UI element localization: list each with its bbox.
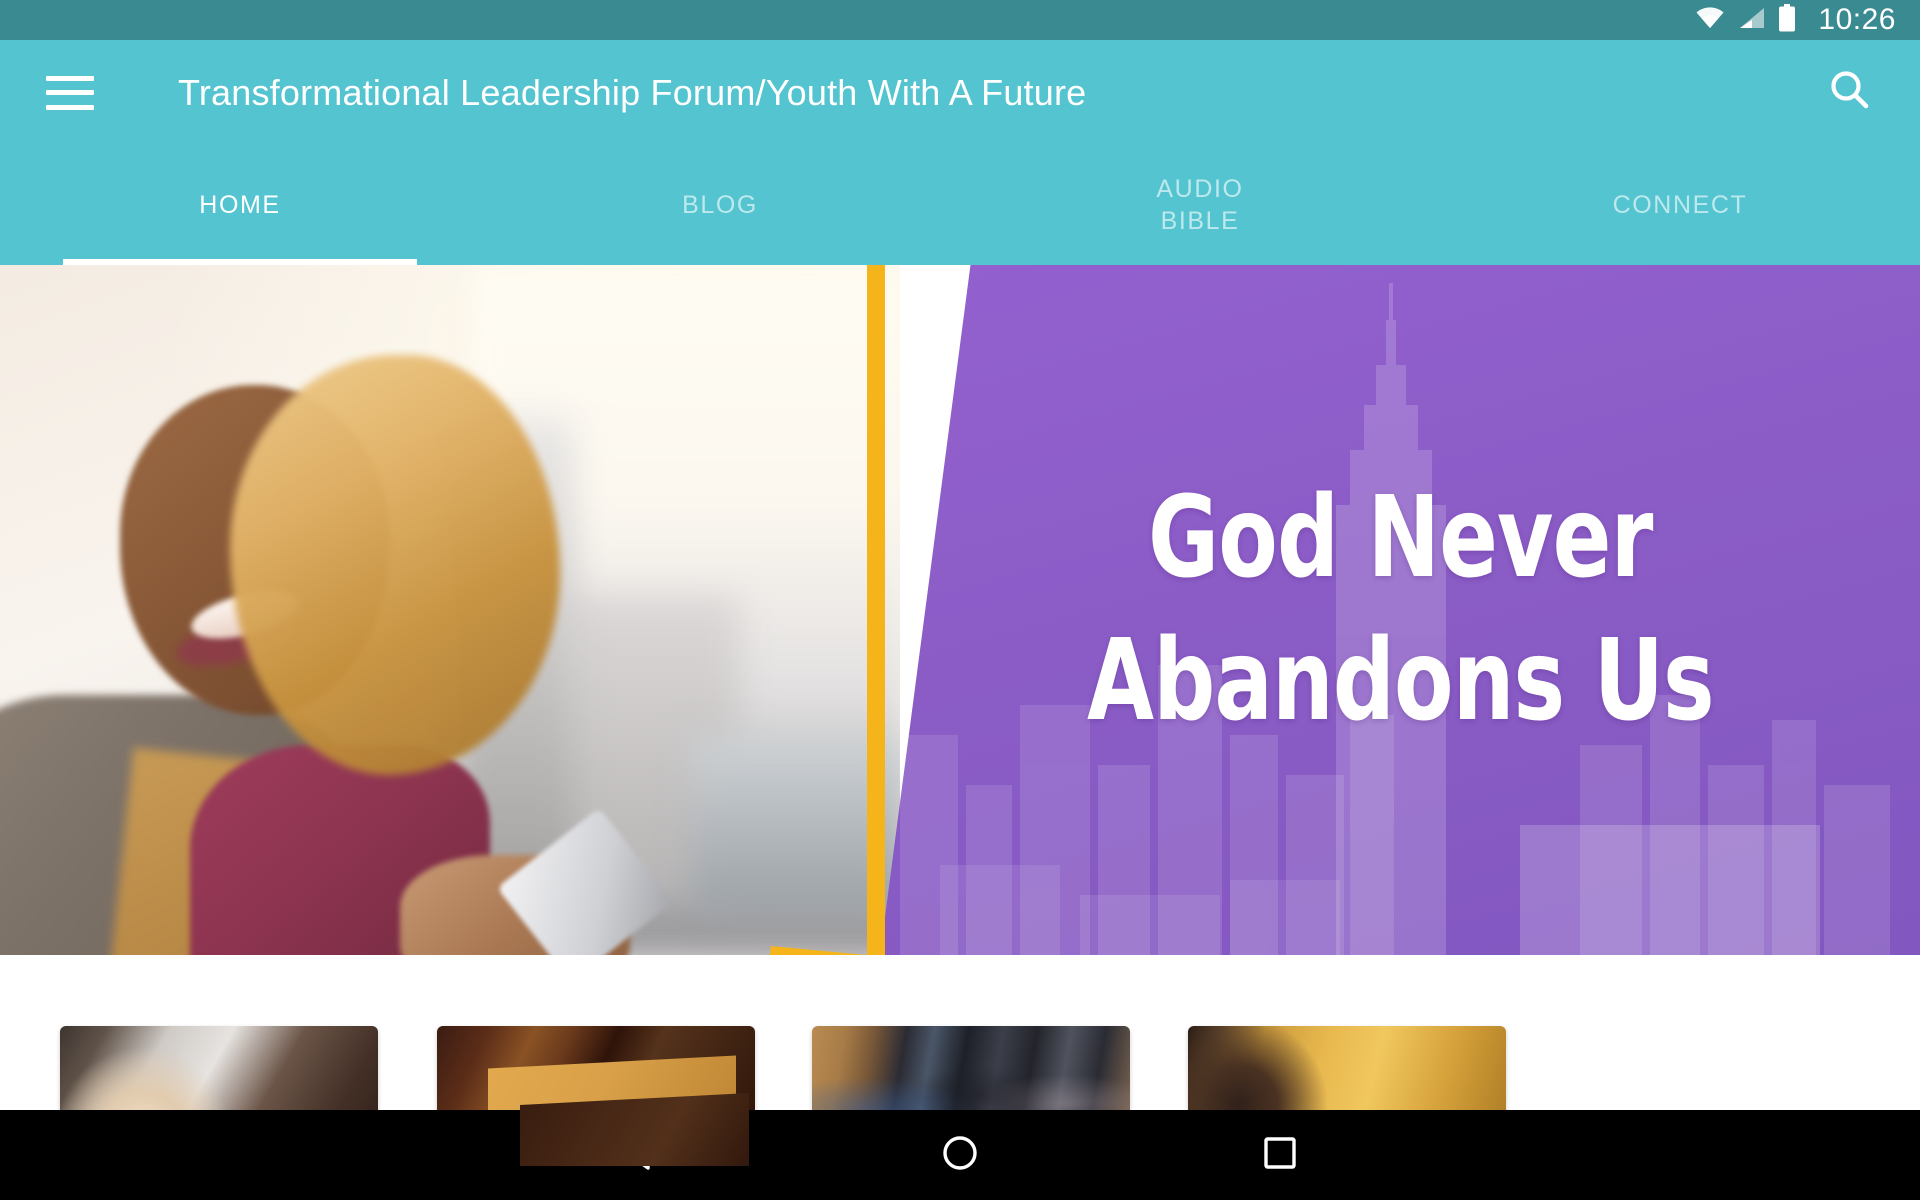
tab-audio-bible-label: AUDIO BIBLE [1156,175,1244,235]
tab-home[interactable]: HOME [0,145,480,265]
hero-headline-block: God Never Abandons Us [880,265,1920,955]
android-device-screen: 10:26 Transformational Leadership Forum/… [0,0,1920,1200]
hamburger-menu-icon[interactable] [46,75,94,110]
home-circle-icon [937,1130,983,1181]
page-title: Transformational Leadership Forum/Youth … [178,71,1087,113]
status-bar: 10:26 [0,0,1920,40]
tab-connect-label: CONNECT [1612,191,1748,219]
tab-audio-bible[interactable]: AUDIO BIBLE [960,145,1440,265]
home-button[interactable] [800,1110,1120,1200]
tab-bar: HOME BLOG AUDIO BIBLE CONNECT [0,145,1920,265]
status-bar-clock: 10:26 [1818,3,1896,36]
hero-headline-line-2: Abandons Us [1086,616,1715,746]
search-button[interactable] [1822,65,1878,121]
hero-banner[interactable]: God Never Abandons Us [0,265,1920,955]
hamburger-line-3 [46,104,94,110]
recents-button[interactable] [1120,1110,1440,1200]
hero-headline-line-1: God Never [1147,472,1653,603]
app-bar: Transformational Leadership Forum/Youth … [0,40,1920,265]
tab-blog-label: BLOG [682,191,758,219]
hero-left-photo [0,265,900,955]
status-bar-icons: 10:26 [1694,3,1896,37]
woman-figure [0,265,674,955]
android-navigation-bar [0,1110,1920,1200]
tab-home-label: HOME [199,191,281,219]
content-card-strip [0,955,1920,1166]
search-icon [1826,66,1874,119]
hamburger-line-2 [46,90,94,95]
blurred-car [690,735,900,915]
cellular-signal-icon [1738,6,1766,35]
hero-right-panel: God Never Abandons Us [880,265,1920,955]
recents-square-icon [1257,1130,1303,1181]
tab-blog[interactable]: BLOG [480,145,960,265]
app-bar-top-row: Transformational Leadership Forum/Youth … [0,40,1920,145]
wifi-icon [1694,6,1726,35]
hamburger-line-1 [46,75,94,81]
woman-hair-side [230,355,560,775]
tab-connect[interactable]: CONNECT [1440,145,1920,265]
battery-icon [1778,3,1796,37]
